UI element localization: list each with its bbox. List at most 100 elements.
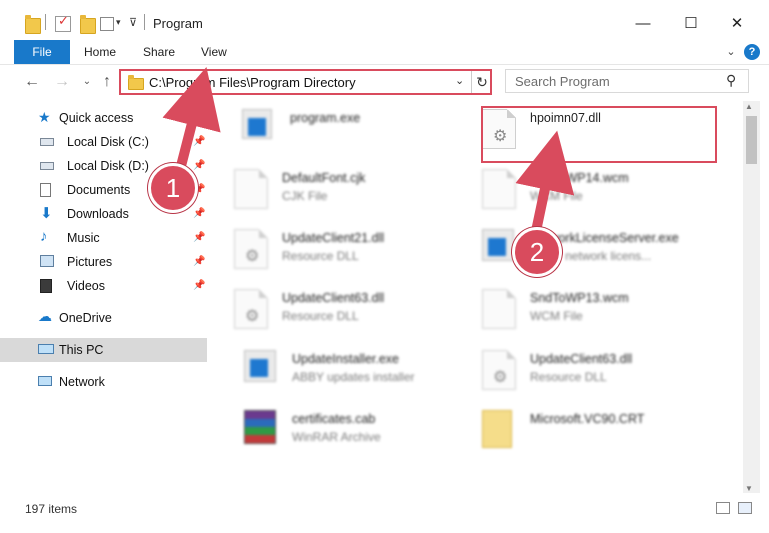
sidebar-item-local-disk-c[interactable]: Local Disk (C:) 📌 <box>0 130 207 154</box>
quick-access-dropdown-icon[interactable]: ⊽ <box>129 16 137 29</box>
file-name: UpdateInstaller.exe <box>292 352 400 366</box>
window-title: Program <box>153 16 203 31</box>
close-button[interactable]: ✕ <box>714 10 760 38</box>
list-item[interactable]: NetworkLicenseServer.exe ABBY network li… <box>466 223 696 279</box>
sidebar-item-quick-access[interactable]: ★ Quick access <box>0 106 207 130</box>
recent-locations-chevron-icon[interactable]: ⌄ <box>76 72 98 92</box>
file-type: WCM File <box>530 309 583 323</box>
address-path[interactable]: C:\Program Files\Program Directory <box>149 75 356 90</box>
exe-file-icon <box>482 229 514 261</box>
folder-icon <box>25 15 41 34</box>
file-type: Resource DLL <box>530 370 607 384</box>
archive-icon <box>244 410 276 444</box>
back-arrow-icon[interactable]: ← <box>21 72 43 92</box>
sidebar-item-label: Downloads <box>67 207 129 221</box>
file-type: WCM File <box>530 189 583 203</box>
new-folder-icon[interactable] <box>80 15 96 34</box>
forward-arrow-icon[interactable]: → <box>51 72 73 92</box>
details-view-icon[interactable] <box>716 502 730 514</box>
list-item[interactable]: program.exe <box>226 103 456 159</box>
search-icon[interactable]: ⚲ <box>726 72 736 89</box>
pictures-icon <box>40 255 54 267</box>
up-arrow-icon[interactable]: ↑ <box>96 72 118 92</box>
drive-icon <box>40 138 54 146</box>
pin-icon[interactable]: 📌 <box>193 136 205 147</box>
search-box[interactable]: Search Program ⚲ <box>505 69 749 93</box>
sidebar-item-label: Videos <box>67 279 105 293</box>
dll-file-icon: ⚙ <box>482 350 516 390</box>
file-type: ABBY updates installer <box>292 370 415 384</box>
help-icon[interactable]: ? <box>744 44 760 60</box>
file-type: WinRAR Archive <box>292 430 381 444</box>
customize-toolbar-icon[interactable] <box>100 17 114 31</box>
callout-badge-one: 1 <box>148 163 198 213</box>
tab-home[interactable]: Home <box>84 40 116 64</box>
list-item[interactable]: Microsoft.VC90.CRT <box>466 404 696 460</box>
documents-icon <box>40 183 51 197</box>
pin-icon[interactable]: 📌 <box>193 256 205 267</box>
sidebar-item-label: Music <box>67 231 100 245</box>
chevron-down-icon[interactable]: ▾ <box>116 17 121 28</box>
large-icons-view-icon[interactable] <box>738 502 752 514</box>
address-dropdown-icon[interactable]: ⌄ <box>455 74 464 87</box>
tab-share[interactable]: Share <box>143 40 175 64</box>
music-note-icon: ♪ <box>40 228 48 245</box>
sidebar-item-label: Local Disk (C:) <box>67 135 149 149</box>
sidebar-item-network[interactable]: Network <box>0 370 207 394</box>
gear-icon: ⚙ <box>245 248 260 265</box>
expand-ribbon-icon[interactable]: ⌄ <box>724 44 738 60</box>
list-item[interactable]: ⚙ UpdateClient63.dll Resource DLL <box>218 283 448 339</box>
sidebar-item-music[interactable]: ♪ Music 📌 <box>0 226 207 250</box>
sidebar-item-onedrive[interactable]: ☁ OneDrive <box>0 306 207 330</box>
star-icon: ★ <box>38 109 51 125</box>
pin-icon[interactable]: 📌 <box>193 280 205 291</box>
scroll-up-arrow-icon[interactable]: ▲ <box>745 102 753 111</box>
file-type: CJK File <box>282 189 328 203</box>
scroll-down-arrow-icon[interactable]: ▼ <box>745 484 753 493</box>
drive-icon <box>40 162 54 170</box>
file-type: Resource DLL <box>282 249 359 263</box>
list-item[interactable]: SndToWP13.wcm WCM File <box>466 283 696 339</box>
maximize-button[interactable]: ☐ <box>668 10 714 38</box>
status-bar: 197 items <box>0 493 769 533</box>
callout-badge-two: 2 <box>512 227 562 277</box>
list-item[interactable]: certificates.cab WinRAR Archive <box>228 404 458 460</box>
tab-view[interactable]: View <box>201 40 227 64</box>
file-icon <box>482 289 516 329</box>
download-arrow-icon: ⬇ <box>40 205 53 222</box>
refresh-icon[interactable]: ↻ <box>471 71 492 93</box>
separator <box>144 14 145 30</box>
sidebar-item-pictures[interactable]: Pictures 📌 <box>0 250 207 274</box>
computer-icon <box>38 344 54 354</box>
scrollbar-thumb[interactable] <box>746 116 757 164</box>
pin-icon[interactable]: 📌 <box>193 232 205 243</box>
list-item[interactable]: ⚙ UpdateClient63.dll Resource DLL <box>466 344 696 400</box>
highlight-box <box>481 106 717 163</box>
file-name: certificates.cab <box>292 412 376 426</box>
list-item[interactable]: ⚙ UpdateClient21.dll Resource DLL <box>218 223 448 279</box>
address-bar[interactable]: C:\Program Files\Program Directory ⌄ ↻ <box>119 69 492 95</box>
pin-icon[interactable]: 📌 <box>193 160 205 171</box>
sidebar-item-this-pc[interactable]: This PC <box>0 338 207 362</box>
sidebar-item-label: Local Disk (D:) <box>67 159 149 173</box>
sidebar-item-label: Pictures <box>67 255 113 269</box>
sidebar-item-label: This PC <box>59 343 104 357</box>
list-item[interactable]: SndToWP14.wcm WCM File <box>466 163 696 219</box>
dll-file-icon: ⚙ <box>234 289 268 329</box>
file-name: DefaultFont.cjk <box>282 171 366 185</box>
list-item[interactable]: DefaultFont.cjk CJK File <box>218 163 448 219</box>
tab-file[interactable]: File <box>14 40 70 64</box>
film-icon <box>40 279 52 293</box>
sidebar-item-videos[interactable]: Videos 📌 <box>0 274 207 298</box>
sidebar-item-label: Documents <box>67 183 131 197</box>
file-name: UpdateClient63.dll <box>282 291 385 305</box>
pin-icon[interactable]: 📌 <box>193 208 205 219</box>
dll-file-icon: ⚙ <box>234 229 268 269</box>
minimize-button[interactable]: — <box>620 10 666 38</box>
gear-icon: ⚙ <box>493 369 508 386</box>
file-name: program.exe <box>290 111 361 125</box>
search-input[interactable]: Search Program <box>515 74 610 89</box>
list-item[interactable]: UpdateInstaller.exe ABBY updates install… <box>228 344 458 400</box>
sidebar-item-label: Quick access <box>59 111 134 125</box>
properties-icon[interactable]: ✓ <box>55 13 71 32</box>
